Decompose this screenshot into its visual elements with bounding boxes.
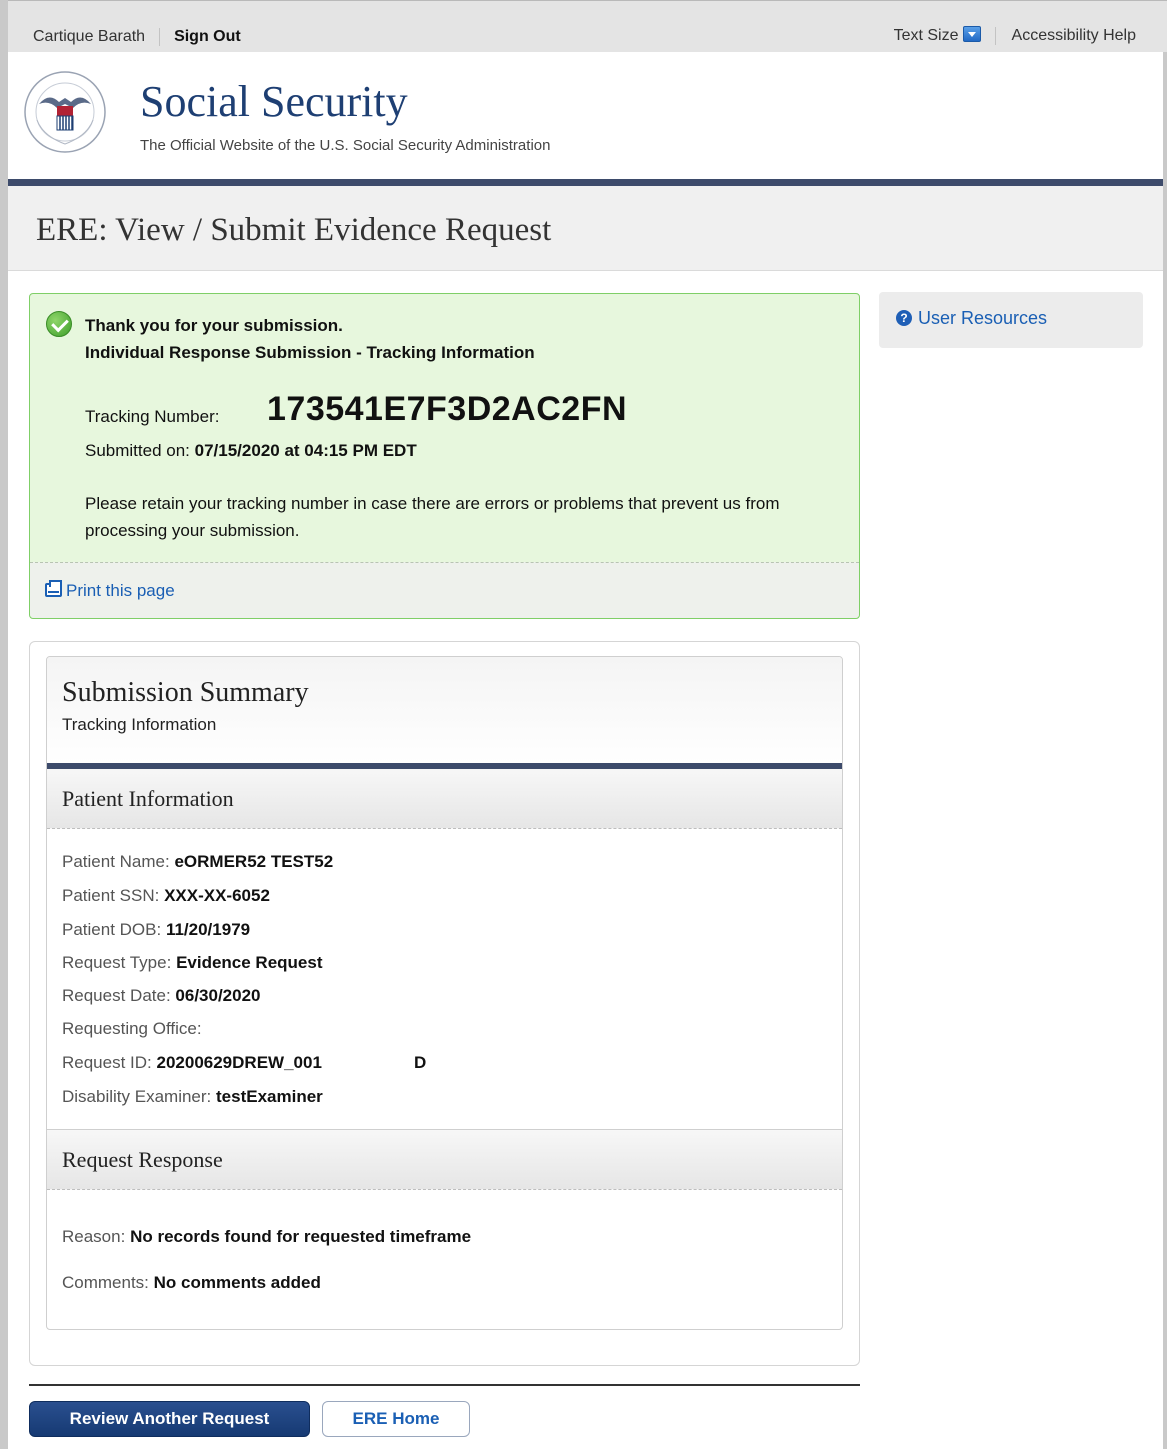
field-value: 06/30/2020 — [175, 986, 261, 1005]
print-link-label: Print this page — [66, 581, 175, 600]
comments-field: Comments: No comments added — [62, 1273, 321, 1293]
utility-bar: Cartique Barath Sign Out Text Size Accessi… — [8, 0, 1167, 52]
ssa-seal-icon — [24, 71, 106, 153]
summary-subtitle: Tracking Information — [62, 715, 217, 734]
confirmation-heading: Thank you for your submission. — [85, 316, 343, 335]
user-resources-panel[interactable]: ? User Resources — [879, 292, 1143, 348]
review-another-request-button[interactable]: Review Another Request — [29, 1401, 310, 1437]
field-value: Evidence Request — [176, 953, 323, 972]
patient-info-title: Patient Information — [62, 786, 234, 811]
print-page-link[interactable]: Print this page — [45, 580, 175, 601]
field-label: Request Type: — [62, 953, 172, 972]
field-label: Patient DOB: — [62, 920, 162, 939]
text-size-label[interactable]: Text Size — [894, 27, 959, 44]
field-label: Request ID: — [62, 1053, 152, 1072]
sign-out-link[interactable]: Sign Out — [174, 28, 241, 45]
field-label: Reason: — [62, 1227, 126, 1246]
tracking-number: 173541E7F3D2AC2FN — [267, 390, 628, 428]
printer-icon — [45, 580, 62, 597]
page: Social Security The Official Website of … — [8, 52, 1163, 1449]
utility-right: Text Size Accessibility Help — [894, 26, 1136, 45]
summary-title: Submission Summary — [62, 677, 309, 708]
field-value: No records found for requested timeframe — [130, 1227, 472, 1246]
banner-rule — [8, 179, 1163, 186]
submitted-label: Submitted on: — [85, 441, 190, 460]
patient-dob-field: Patient DOB: 11/20/1979 — [62, 920, 250, 940]
request-type-field: Request Type: Evidence Request — [62, 953, 323, 973]
chevron-down-icon[interactable] — [962, 26, 981, 42]
submitted-on: Submitted on: 07/15/2020 at 04:15 PM EDT — [85, 441, 417, 461]
site-banner: Social Security The Official Website of … — [8, 52, 1163, 179]
divider — [159, 28, 161, 46]
page-title-band: ERE: View / Submit Evidence Request — [8, 186, 1163, 271]
field-label: Requesting Office: — [62, 1019, 202, 1038]
tracking-label: Tracking Number: — [85, 407, 220, 426]
user-name: Cartique Barath — [33, 28, 146, 46]
field-label: Patient SSN: — [62, 886, 160, 905]
field-value: 11/20/1979 — [165, 920, 251, 939]
submission-summary-panel: Submission Summary Tracking Information … — [29, 641, 860, 1366]
submitted-value: 07/15/2020 at 04:15 PM EDT — [194, 441, 417, 460]
ere-home-button[interactable]: ERE Home — [322, 1401, 470, 1437]
confirmation-panel: Thank you for your submission. Individua… — [29, 293, 860, 619]
request-response-header: Request Response — [47, 1130, 842, 1190]
summary-header: Submission Summary Tracking Information — [47, 657, 842, 763]
field-label: Comments: — [62, 1273, 149, 1292]
accessibility-help-link[interactable]: Accessibility Help — [1012, 27, 1136, 44]
checkmark-icon — [46, 311, 72, 337]
submission-summary-card: Submission Summary Tracking Information … — [46, 656, 843, 1330]
field-value: XXX-XX-6052 — [164, 886, 270, 905]
site-title[interactable]: Social Security — [140, 76, 408, 127]
page-title: ERE: View / Submit Evidence Request — [36, 212, 552, 248]
requesting-office-field: Requesting Office: — [62, 1019, 202, 1039]
request-date-field: Request Date: 06/30/2020 — [62, 986, 261, 1006]
patient-ssn-field: Patient SSN: XXX-XX-6052 — [62, 886, 270, 906]
user-resources-link[interactable]: User Resources — [918, 308, 1047, 329]
request-response-title: Request Response — [62, 1147, 223, 1172]
field-label: Request Date: — [62, 986, 171, 1005]
patient-name-field: Patient Name: eORMER52 TEST52 — [62, 852, 333, 872]
retain-notice: Please retain your tracking number in ca… — [85, 494, 780, 540]
divider — [994, 26, 996, 45]
utility-left: Cartique Barath Sign Out — [33, 28, 241, 46]
patient-info-header: Patient Information — [47, 769, 842, 829]
confirmation-footer: Print this page — [30, 562, 859, 618]
field-value: 20200629DREW_001 — [156, 1053, 322, 1072]
actions-rule — [29, 1384, 860, 1386]
request-id-suffix: D — [414, 1053, 427, 1072]
disability-examiner-field: Disability Examiner: testExaminer — [62, 1087, 323, 1107]
site-subtitle: The Official Website of the U.S. Social … — [140, 137, 551, 154]
reason-field: Reason: No records found for requested t… — [62, 1227, 471, 1247]
field-value: No comments added — [153, 1273, 321, 1292]
request-id-field: Request ID: 20200629DREW_001 — [62, 1053, 322, 1073]
help-icon: ? — [896, 310, 912, 326]
field-label: Patient Name: — [62, 852, 170, 871]
field-label: Disability Examiner: — [62, 1087, 212, 1106]
field-value: eORMER52 TEST52 — [174, 852, 334, 871]
confirmation-subheading: Individual Response Submission - Trackin… — [85, 343, 535, 362]
field-value: testExaminer — [216, 1087, 323, 1106]
